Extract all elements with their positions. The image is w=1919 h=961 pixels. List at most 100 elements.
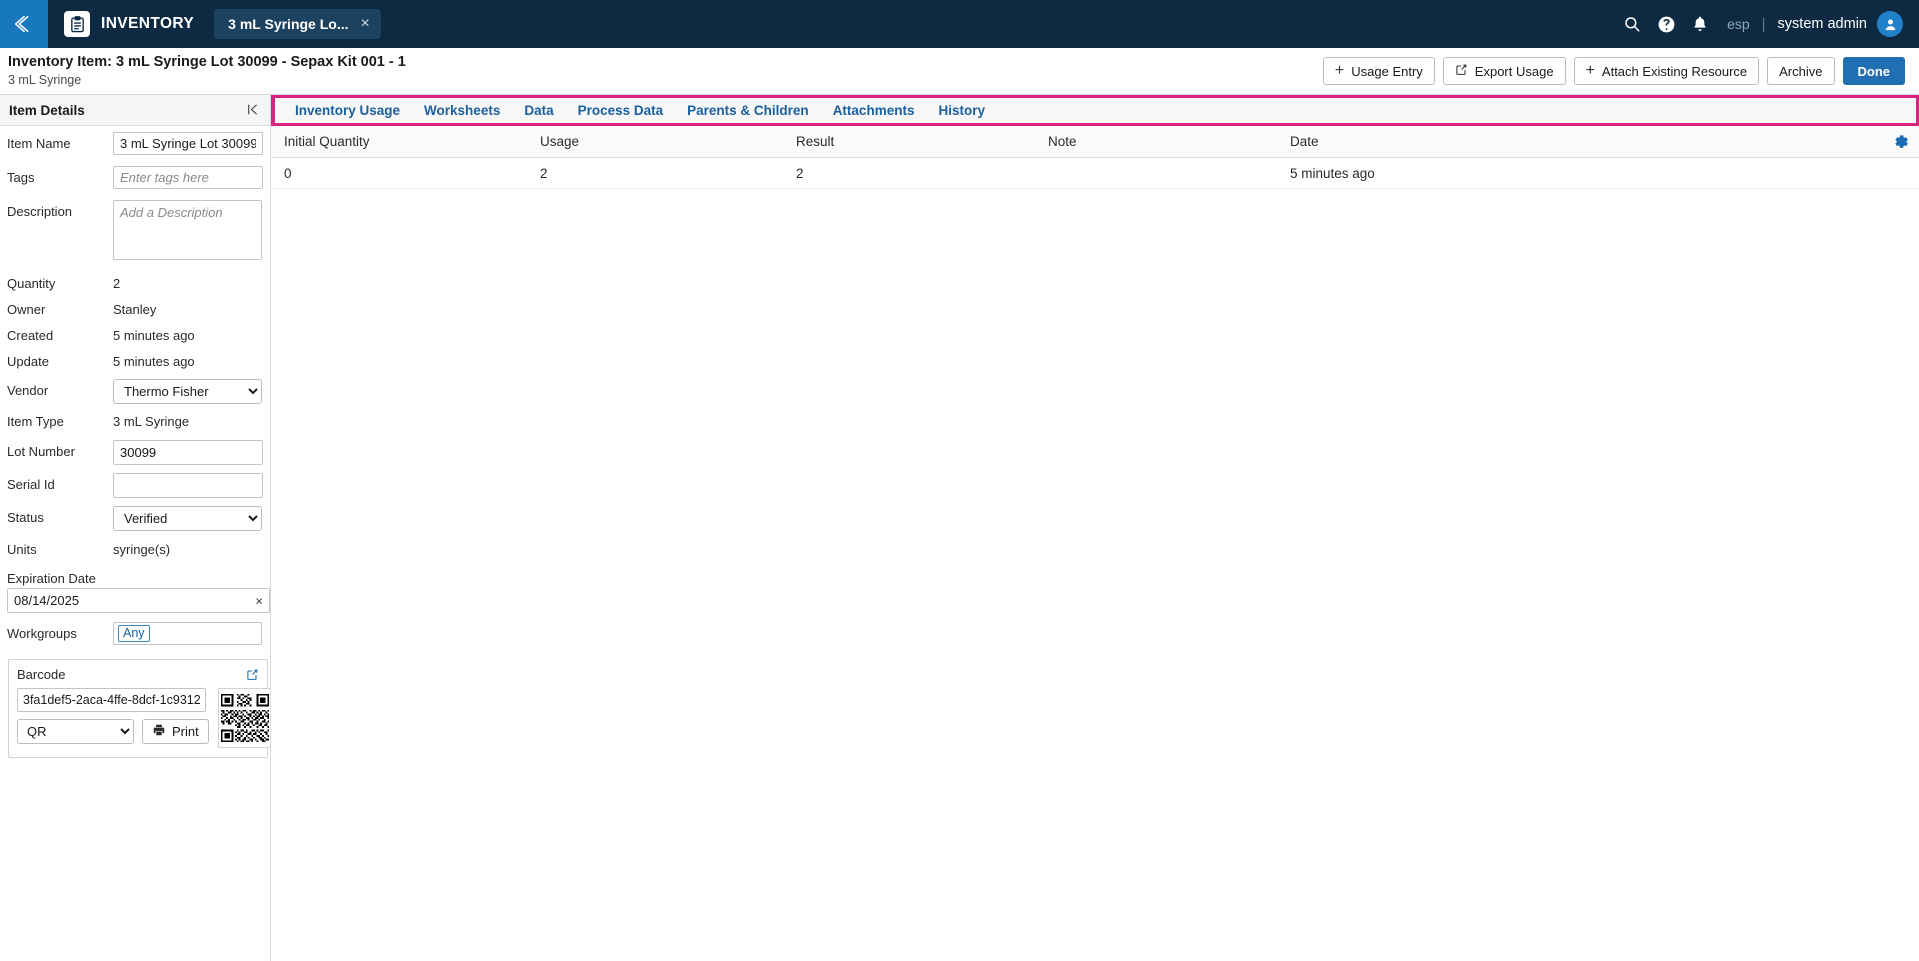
archive-label: Archive	[1779, 63, 1823, 79]
field-tags: Tags	[7, 166, 263, 192]
attach-existing-resource-label: Attach Existing Resource	[1601, 63, 1748, 79]
status-label: Status	[7, 510, 44, 525]
field-item-type: Item Type 3 mL Syringe	[7, 410, 262, 436]
tab-inventory-usage[interactable]: Inventory Usage	[283, 103, 412, 118]
field-expiration-date: Expiration Date ×	[7, 571, 270, 613]
field-lot-number: Lot Number	[7, 440, 263, 466]
description-textarea[interactable]	[113, 200, 262, 260]
attach-existing-resource-button[interactable]: + Attach Existing Resource	[1573, 57, 1760, 85]
owner-value: Stanley	[113, 302, 157, 317]
barcode-value-input[interactable]	[17, 688, 206, 712]
status-select[interactable]: Verified	[113, 506, 262, 531]
lot-number-label: Lot Number	[7, 444, 75, 459]
barcode-content: QR Print	[17, 688, 270, 748]
tags-input[interactable]	[113, 166, 263, 189]
update-label: Update	[7, 354, 49, 369]
bell-icon[interactable]	[1683, 0, 1717, 48]
chevron-double-left-icon	[13, 13, 35, 35]
search-icon[interactable]	[1615, 0, 1649, 48]
barcode-format-row: QR Print	[17, 719, 209, 744]
column-header-result[interactable]: Result	[783, 134, 1035, 149]
archive-button[interactable]: Archive	[1767, 57, 1835, 85]
cell-usage: 2	[540, 165, 548, 181]
user-name-label[interactable]: system admin	[1772, 16, 1877, 32]
qr-code-icon[interactable]	[217, 688, 270, 748]
collapse-panel-icon[interactable]	[243, 103, 262, 118]
tab-parents-children[interactable]: Parents & Children	[675, 103, 821, 118]
help-circle-icon[interactable]	[1649, 0, 1683, 48]
expiration-date-label: Expiration Date	[7, 571, 96, 586]
expiration-date-input[interactable]	[7, 588, 270, 613]
usage-entry-label: Usage Entry	[1351, 63, 1423, 79]
column-header-date[interactable]: Date	[1277, 134, 1919, 149]
gear-icon[interactable]	[1893, 133, 1910, 150]
app-identity[interactable]: INVENTORY	[48, 0, 208, 48]
field-quantity: Quantity 2	[7, 272, 262, 298]
column-header-note[interactable]: Note	[1035, 134, 1277, 149]
close-icon[interactable]: ×	[361, 16, 370, 32]
quantity-label: Quantity	[7, 276, 56, 291]
top-navigation-bar: INVENTORY 3 mL Syringe Lo... × esp | sys	[0, 0, 1919, 48]
sidebar-header: Item Details	[0, 95, 270, 126]
field-units: Units syringe(s)	[7, 538, 262, 564]
export-usage-label: Export Usage	[1474, 63, 1554, 79]
user-avatar-icon[interactable]	[1877, 11, 1903, 37]
print-label: Print	[172, 724, 199, 739]
units-label: Units	[7, 542, 37, 557]
barcode-controls: QR Print	[17, 688, 209, 744]
cell-initial-quantity: 0	[284, 165, 292, 181]
field-vendor: Vendor Thermo Fisher	[7, 379, 262, 405]
table-row[interactable]: 0 2 2 5 minutes ago	[271, 158, 1919, 189]
clear-date-icon[interactable]: ×	[255, 594, 263, 607]
print-button[interactable]: Print	[142, 719, 209, 744]
language-switcher[interactable]: esp	[1717, 16, 1756, 32]
document-tab[interactable]: 3 mL Syringe Lo... ×	[214, 9, 381, 39]
created-value: 5 minutes ago	[113, 328, 195, 343]
cell-result: 2	[796, 165, 804, 181]
tags-label: Tags	[7, 170, 35, 185]
workgroup-chip-any[interactable]: Any	[118, 625, 150, 642]
page-body: Item Details Item Name Tags Description	[0, 95, 1919, 961]
done-label: Done	[1857, 63, 1891, 79]
tab-data[interactable]: Data	[512, 103, 565, 118]
usage-entry-button[interactable]: + Usage Entry	[1322, 57, 1435, 85]
column-header-initial-quantity[interactable]: Initial Quantity	[271, 134, 527, 149]
units-value: syringe(s)	[113, 542, 171, 557]
main-content: Inventory Usage Worksheets Data Process …	[271, 95, 1919, 961]
workgroups-input[interactable]: Any	[113, 622, 262, 645]
vendor-select[interactable]: Thermo Fisher	[113, 379, 262, 404]
back-button[interactable]	[0, 0, 48, 48]
tab-worksheets[interactable]: Worksheets	[412, 103, 512, 118]
serial-id-input[interactable]	[113, 473, 263, 498]
field-owner: Owner Stanley	[7, 298, 262, 324]
sidebar-fields: Item Name Tags Description Quantity 2 Ow…	[0, 126, 270, 758]
external-link-icon	[1455, 63, 1468, 79]
item-details-sidebar: Item Details Item Name Tags Description	[0, 95, 271, 961]
field-workgroups: Workgroups Any	[7, 622, 262, 648]
field-update: Update 5 minutes ago	[7, 350, 262, 376]
page-subtitle: 3 mL Syringe	[8, 73, 82, 88]
tab-attachments[interactable]: Attachments	[821, 103, 927, 118]
plus-icon: +	[1585, 62, 1595, 79]
external-link-icon[interactable]	[246, 668, 259, 681]
tab-bar: Inventory Usage Worksheets Data Process …	[271, 95, 1919, 126]
serial-id-label: Serial Id	[7, 477, 55, 492]
item-name-input[interactable]	[113, 132, 263, 155]
document-tab-label: 3 mL Syringe Lo...	[228, 16, 349, 32]
table-empty-area	[271, 189, 1919, 961]
app-name-label: INVENTORY	[101, 15, 195, 32]
quantity-value: 2	[113, 276, 121, 291]
tab-history[interactable]: History	[926, 103, 997, 118]
done-button[interactable]: Done	[1842, 57, 1905, 85]
barcode-header: Barcode	[17, 667, 259, 682]
plus-icon: +	[1334, 62, 1345, 79]
field-status: Status Verified	[7, 506, 262, 532]
description-label: Description	[7, 204, 73, 219]
export-usage-button[interactable]: Export Usage	[1442, 57, 1566, 85]
tab-process-data[interactable]: Process Data	[566, 103, 676, 118]
sidebar-title: Item Details	[9, 102, 85, 118]
lot-number-input[interactable]	[113, 440, 263, 465]
page-title: Inventory Item: 3 mL Syringe Lot 30099 -…	[8, 54, 406, 71]
barcode-format-select[interactable]: QR	[17, 719, 134, 744]
column-header-usage[interactable]: Usage	[527, 134, 783, 149]
